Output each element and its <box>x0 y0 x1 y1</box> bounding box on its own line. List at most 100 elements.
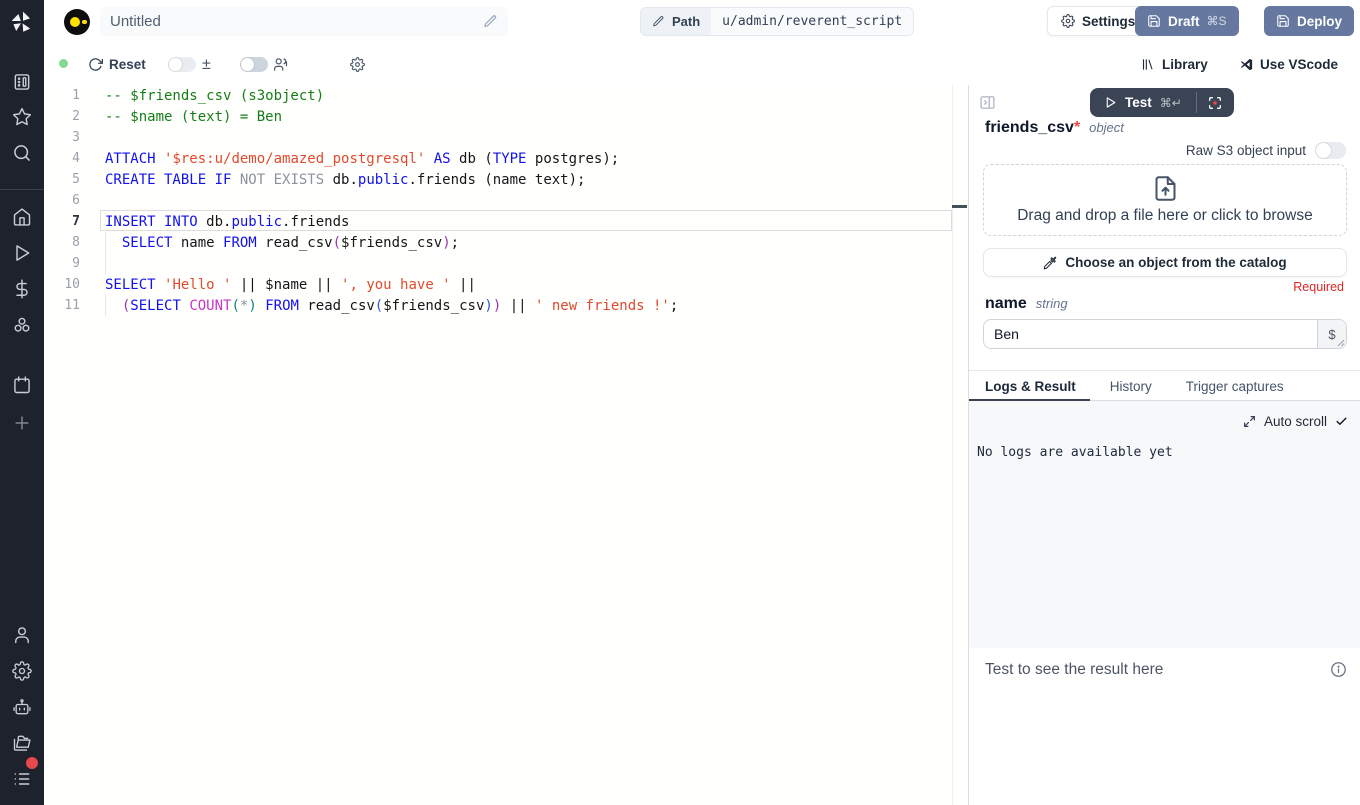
code-line[interactable]: 9 <box>44 253 968 274</box>
edit-title-pencil-icon[interactable] <box>483 14 498 29</box>
indent-guide <box>105 232 106 274</box>
code-line[interactable]: 3 <box>44 127 968 148</box>
insert-variable-button[interactable]: $ <box>1317 320 1346 348</box>
pipette-icon <box>1043 256 1057 270</box>
logs-empty-message: No logs are available yet <box>977 445 1173 460</box>
line-number: 1 <box>44 88 80 103</box>
choose-object-catalog-button[interactable]: Choose an object from the catalog <box>983 248 1347 277</box>
code-line[interactable]: 5CREATE TABLE IF NOT EXISTS db.public.fr… <box>44 169 968 190</box>
draft-button-label: Draft <box>1168 14 1200 29</box>
code-line[interactable]: 10SELECT 'Hello ' || $name || ', you hav… <box>44 274 968 295</box>
path-group: Path u/admin/reverent_script <box>640 7 914 36</box>
code-line[interactable]: 2-- $name (text) = Ben <box>44 106 968 127</box>
arg-name: name <box>985 295 1027 313</box>
add-icon[interactable] <box>12 413 32 433</box>
deploy-button[interactable]: Deploy <box>1264 6 1354 36</box>
result-area: Test to see the result here <box>969 648 1360 805</box>
logs-area: Auto scroll No logs are available yet <box>969 401 1360 648</box>
edit-path-pencil-icon <box>652 15 665 28</box>
resize-grip-icon[interactable] <box>1337 339 1345 347</box>
tab-logs-result[interactable]: Logs & Result <box>985 372 1076 400</box>
line-number: 10 <box>44 277 80 292</box>
line-number: 8 <box>44 235 80 250</box>
script-title-input[interactable]: Untitled <box>100 7 508 36</box>
diff-toggle[interactable] <box>168 57 196 72</box>
test-button-label: Test <box>1125 95 1152 110</box>
code-line[interactable]: 7INSERT INTO db.public.friends <box>44 211 968 232</box>
test-shortcut: ⌘↵ <box>1160 96 1182 110</box>
name-input-value[interactable]: Ben <box>984 320 1317 348</box>
code-line[interactable]: 11 (SELECT COUNT(*) FROM read_csv($frien… <box>44 295 968 316</box>
line-number: 3 <box>44 130 80 145</box>
line-number: 2 <box>44 109 80 124</box>
indent-guide <box>105 295 106 316</box>
sidebar <box>0 0 44 805</box>
reset-button[interactable]: Reset <box>88 44 146 85</box>
folders-icon[interactable] <box>12 733 32 753</box>
editor-toolbar: Reset ± Library Use VScode <box>44 44 1360 85</box>
name-input: Ben $ <box>983 319 1347 349</box>
reset-button-label: Reset <box>109 57 146 72</box>
code-line[interactable]: 4ATTACH '$res:u/demo/amazed_postgresql' … <box>44 148 968 169</box>
draft-shortcut: ⌘S <box>1207 14 1227 28</box>
path-label-text: Path <box>672 14 700 29</box>
test-panel: Test ⌘↵ friends_csv* object Raw S3 objec… <box>968 85 1360 805</box>
arg-name-header: name string <box>985 295 1068 313</box>
favorites-star-icon[interactable] <box>12 107 32 127</box>
info-icon[interactable] <box>1330 661 1347 678</box>
settings-button-label: Settings <box>1082 14 1135 29</box>
diff-toggle-group: ± <box>168 44 211 85</box>
audit-logs-icon[interactable] <box>12 769 32 789</box>
multiplayer-toggle-group <box>240 44 289 85</box>
status-dot <box>59 59 68 68</box>
deploy-button-label: Deploy <box>1297 14 1342 29</box>
settings-button[interactable]: Settings <box>1047 6 1149 36</box>
autoscroll-control[interactable]: Auto scroll <box>1243 414 1348 429</box>
collapse-panel-icon[interactable] <box>979 94 996 111</box>
tab-trigger-captures[interactable]: Trigger captures <box>1186 372 1284 400</box>
capture-button[interactable] <box>1197 88 1234 117</box>
code-line[interactable]: 6 <box>44 190 968 211</box>
schedules-icon[interactable] <box>12 375 32 395</box>
variables-icon[interactable] <box>12 279 32 299</box>
overview-ruler-cursor-marker <box>952 205 967 208</box>
choose-object-catalog-label: Choose an object from the catalog <box>1065 255 1286 270</box>
tab-history[interactable]: History <box>1110 372 1152 400</box>
path-edit-button[interactable]: Path <box>641 8 711 35</box>
raw-s3-toggle-row: Raw S3 object input <box>1186 142 1346 159</box>
user-icon[interactable] <box>12 625 32 645</box>
file-dropzone[interactable]: Drag and drop a file here or click to br… <box>983 164 1347 236</box>
runs-icon[interactable] <box>12 243 32 263</box>
settings-gear-icon[interactable] <box>12 661 32 681</box>
raw-s3-toggle-label: Raw S3 object input <box>1186 143 1306 158</box>
windmill-logo-icon[interactable] <box>10 10 34 34</box>
code-line[interactable]: 1-- $friends_csv (s3object) <box>44 85 968 106</box>
multiplayer-users-icon <box>274 57 289 72</box>
search-icon[interactable] <box>12 143 32 163</box>
code-editor[interactable]: 1-- $friends_csv (s3object)2-- $name (te… <box>44 85 968 805</box>
workspace-icon[interactable] <box>12 72 32 92</box>
check-icon <box>1335 415 1348 428</box>
test-button[interactable]: Test ⌘↵ <box>1090 88 1196 117</box>
resources-icon[interactable] <box>12 315 32 335</box>
multiplayer-toggle[interactable] <box>240 57 268 72</box>
path-value[interactable]: u/admin/reverent_script <box>711 8 913 35</box>
editor-settings-button[interactable] <box>350 44 365 85</box>
raw-s3-toggle[interactable] <box>1315 142 1346 159</box>
home-icon[interactable] <box>12 207 32 227</box>
line-number: 9 <box>44 256 80 271</box>
autoscroll-label: Auto scroll <box>1264 414 1327 429</box>
library-button[interactable]: Library <box>1141 44 1208 85</box>
draft-button[interactable]: Draft ⌘S <box>1135 6 1239 36</box>
script-title-text: Untitled <box>110 13 161 30</box>
arg-friends-csv-header: friends_csv* object <box>985 119 1124 137</box>
line-number: 11 <box>44 298 80 313</box>
ai-robot-icon[interactable] <box>12 697 32 717</box>
panel-divider[interactable] <box>969 370 1360 371</box>
line-number: 5 <box>44 172 80 187</box>
test-button-group: Test ⌘↵ <box>1090 88 1234 117</box>
use-vscode-button[interactable]: Use VScode <box>1239 44 1338 85</box>
overview-ruler[interactable] <box>952 85 953 805</box>
duckdb-language-icon <box>64 9 90 35</box>
code-line[interactable]: 8 SELECT name FROM read_csv($friends_csv… <box>44 232 968 253</box>
